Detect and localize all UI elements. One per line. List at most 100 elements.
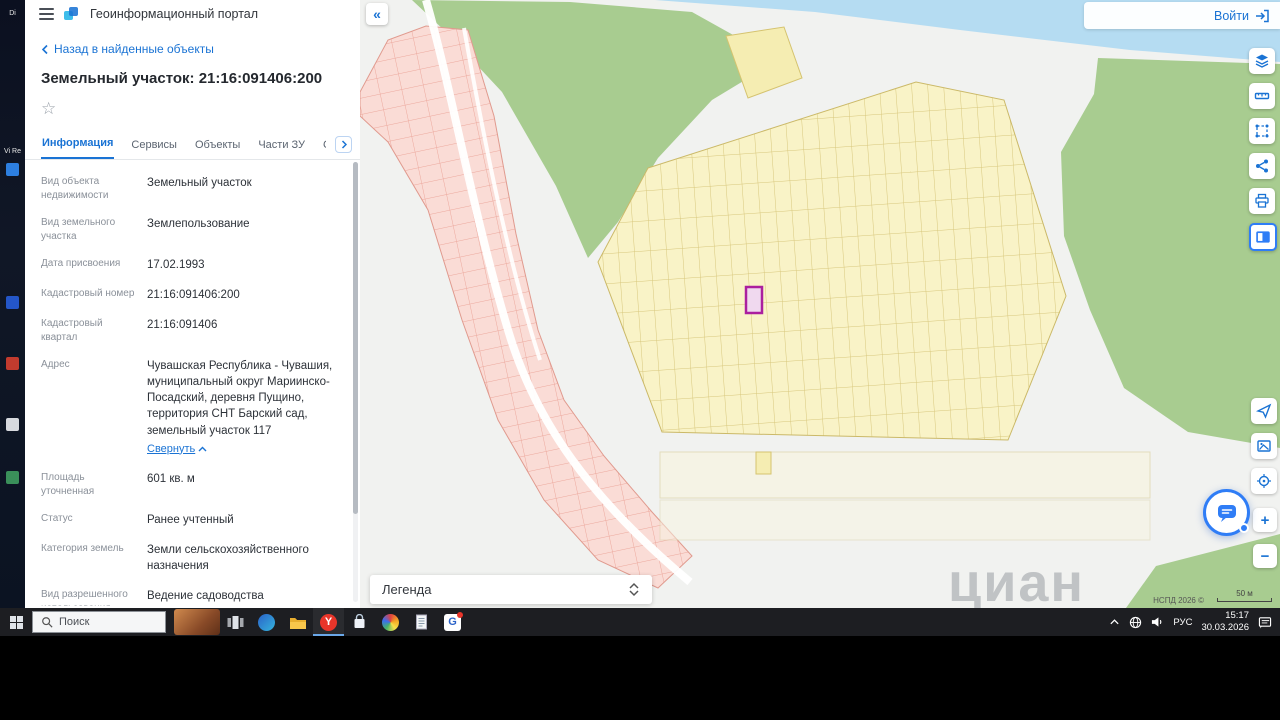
tray-chevron-up-icon[interactable] (1109, 618, 1120, 626)
info-row: Кадастровый квартал 21:16:091406 (25, 310, 360, 351)
windows-logo-icon (10, 616, 23, 629)
folder-icon (289, 615, 307, 630)
tabs-scroll-next-button[interactable] (335, 136, 352, 153)
search-icon (41, 616, 53, 628)
info-row-address: Адрес Чувашская Республика - Чувашия, му… (25, 351, 360, 464)
object-panel-button[interactable] (1249, 223, 1277, 251)
back-link[interactable]: Назад в найденные объекты (25, 28, 360, 60)
yandex-browser-icon[interactable]: Y (313, 608, 344, 636)
info-row: Площадь уточненная 601 кв. м (25, 464, 360, 505)
field-label: Кадастровый номер (41, 287, 137, 303)
screenshot-button[interactable] (1251, 433, 1277, 459)
start-button[interactable] (0, 608, 32, 636)
cadastral-map[interactable] (360, 0, 1280, 608)
notepad-icon[interactable] (406, 608, 437, 636)
photos-icon[interactable] (375, 608, 406, 636)
g-letter-icon: G (444, 614, 461, 631)
tab-bar: Информация Сервисы Объекты Части ЗУ Сост… (25, 121, 360, 160)
notification-center-icon[interactable] (1258, 616, 1272, 629)
ruler-button[interactable] (1249, 83, 1275, 109)
scrollbar-thumb[interactable] (353, 162, 358, 514)
app-g-icon[interactable]: G (437, 608, 468, 636)
back-link-label: Назад в найденные объекты (54, 42, 214, 56)
share-button[interactable] (1249, 153, 1275, 179)
tab-composition[interactable]: Состав (322, 135, 326, 159)
ruler-icon (1254, 88, 1270, 104)
small-parcel (756, 452, 771, 474)
radius-search-button[interactable] (1251, 468, 1277, 494)
desktop-icon-label: Vi Re (0, 148, 25, 156)
field-label: Вид разрешенного использования (41, 588, 137, 606)
desktop-icon[interactable] (6, 357, 19, 370)
field-label: Статус (41, 512, 137, 528)
zoom-out-button[interactable]: − (1253, 544, 1277, 568)
field-value: 601 кв. м (137, 471, 338, 498)
open-panel-icon (1254, 228, 1272, 246)
login-button[interactable]: Войти (1084, 2, 1280, 29)
tab-objects[interactable]: Объекты (194, 135, 241, 159)
file-explorer-icon[interactable] (282, 608, 313, 636)
info-row: Вид разрешенного использования Ведение с… (25, 581, 360, 606)
task-view-button[interactable] (220, 608, 251, 636)
network-globe-icon[interactable] (1129, 616, 1142, 629)
info-row: Статус Ранее учтенный (25, 505, 360, 535)
desktop-icon[interactable] (6, 471, 19, 484)
taskbar-clock[interactable]: 15:17 30.03.2026 (1201, 610, 1249, 634)
volume-icon[interactable] (1151, 616, 1164, 628)
measure-area-button[interactable] (1249, 118, 1275, 144)
share-icon (1254, 158, 1270, 174)
clock-time: 15:17 (1201, 610, 1249, 622)
tab-information[interactable]: Информация (41, 133, 114, 159)
selected-parcel-highlight[interactable] (746, 287, 762, 313)
menu-icon[interactable] (39, 8, 54, 20)
chat-status-dot (1239, 523, 1249, 533)
layers-icon (1254, 53, 1270, 69)
collapse-panel-button[interactable]: « (366, 3, 388, 25)
scale-bar: 50 м (1217, 589, 1272, 602)
browser-edge-icon[interactable] (251, 608, 282, 636)
layers-button[interactable] (1249, 48, 1275, 74)
location-arrow-icon (1256, 403, 1272, 419)
legend-bar[interactable]: Легенда (370, 575, 652, 604)
tab-parcel-parts[interactable]: Части ЗУ (257, 135, 306, 159)
panel-scrollbar[interactable] (353, 162, 358, 602)
print-button[interactable] (1249, 188, 1275, 214)
desktop-edge: Di Vi Re (0, 0, 25, 608)
system-tray: РУС 15:17 30.03.2026 (1109, 610, 1280, 634)
legend-label: Легенда (382, 582, 431, 597)
chevron-right-icon (341, 140, 347, 149)
chat-bubble-icon (1215, 501, 1239, 525)
zoom-in-button[interactable]: + (1253, 508, 1277, 532)
field-value: 21:16:091406 (137, 317, 338, 344)
map-toolbar (1249, 48, 1277, 251)
map-toolbar-secondary (1251, 398, 1277, 494)
document-icon (415, 614, 428, 630)
portal-header: Геоинформационный портал (25, 0, 360, 28)
favorite-star-icon[interactable]: ☆ (25, 89, 360, 121)
field-parcel (660, 452, 1150, 498)
tab-services[interactable]: Сервисы (130, 135, 178, 159)
chat-assistant-button[interactable] (1203, 489, 1250, 536)
desktop-icon[interactable] (6, 418, 19, 431)
info-panel: Геоинформационный портал Назад в найденн… (25, 0, 360, 608)
measure-area-icon (1254, 123, 1270, 139)
field-label: Категория земель (41, 542, 137, 574)
store-icon[interactable] (344, 608, 375, 636)
desktop-icon[interactable] (6, 296, 19, 309)
cian-watermark: циан (948, 552, 1085, 608)
locate-button[interactable] (1251, 398, 1277, 424)
map-viewport[interactable]: « Войти (360, 0, 1280, 608)
field-parcel (660, 500, 1150, 540)
news-widget-thumbnail[interactable] (174, 609, 220, 635)
field-label: Дата присвоения (41, 257, 137, 273)
taskbar-search-box[interactable]: Поиск (32, 611, 166, 633)
collapse-address-link[interactable]: Свернуть (147, 442, 207, 457)
language-indicator[interactable]: РУС (1173, 617, 1192, 628)
login-icon (1255, 9, 1270, 23)
expand-collapse-icon (628, 582, 640, 597)
info-row: Кадастровый номер 21:16:091406:200 (25, 280, 360, 310)
login-label: Войти (1214, 9, 1249, 23)
field-value: 21:16:091406:200 (137, 287, 338, 303)
desktop-icon[interactable] (6, 163, 19, 176)
task-view-icon (227, 615, 244, 630)
